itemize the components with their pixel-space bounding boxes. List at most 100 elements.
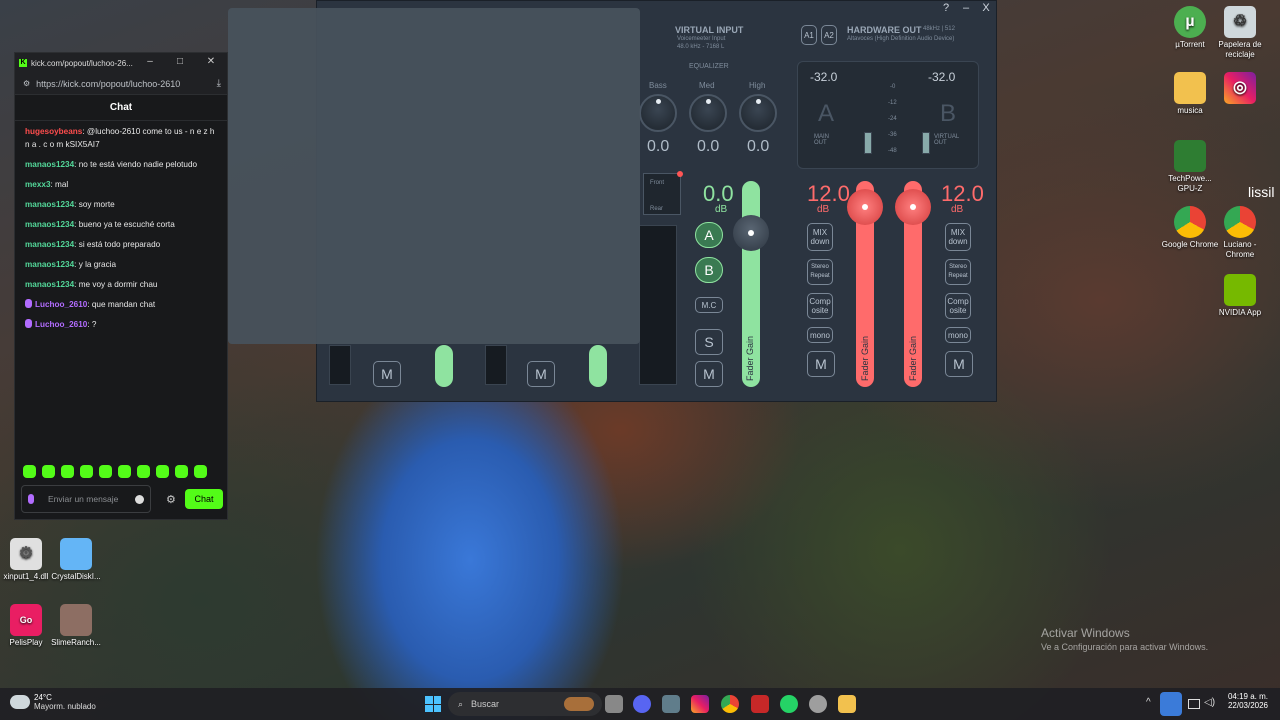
chat-username[interactable]: manaos1234	[25, 200, 74, 209]
close-button[interactable]: X	[977, 1, 995, 15]
site-settings-icon[interactable]: ⚙	[23, 79, 30, 88]
mc-button[interactable]: M.C	[695, 297, 723, 313]
virtual-fader-db-unit: dB	[715, 204, 728, 215]
mono-right[interactable]: mono	[945, 327, 971, 343]
virtual-fader-knob[interactable]	[733, 215, 769, 251]
eq-high-knob[interactable]	[739, 94, 777, 132]
mute-button[interactable]: M	[695, 361, 723, 387]
url-bar[interactable]: ⚙ https://kick.com/popout/luchoo-2610 ⤓	[15, 73, 227, 95]
chat-username[interactable]: Luchoo_2610	[35, 320, 87, 329]
task-view-icon[interactable]	[605, 695, 623, 713]
emote-icon[interactable]	[80, 465, 93, 478]
volume-icon[interactable]: ◁)	[1204, 697, 1215, 708]
search-icon: ⌕	[458, 698, 464, 709]
close-icon[interactable]: ✕	[204, 56, 218, 67]
taskbar: 24°C Mayorm. nublado ⌕ Buscar ^ ◁) 04:19…	[0, 688, 1280, 720]
desktop-icon-luciano-chrome[interactable]: Luciano - Chrome	[1210, 206, 1270, 260]
letter-b: B	[940, 100, 957, 127]
chat-message: manaos1234: me voy a dormir chau	[25, 278, 219, 291]
composite-right[interactable]: Comp osite	[945, 293, 971, 319]
mute-right[interactable]: M	[945, 351, 973, 377]
emote-icon[interactable]	[194, 465, 207, 478]
maximize-icon[interactable]: □	[173, 56, 187, 67]
panner[interactable]: Front Rear	[643, 171, 683, 215]
hw-fader-left-knob[interactable]	[847, 189, 883, 225]
instagram-taskbar-icon[interactable]	[691, 695, 709, 713]
eq-med-knob[interactable]	[689, 94, 727, 132]
mono-left[interactable]: mono	[807, 327, 833, 343]
strip1-fader-track[interactable]	[435, 345, 453, 387]
mute-left[interactable]: M	[807, 351, 835, 377]
emote-icon[interactable]	[118, 465, 131, 478]
chat-message: Luchoo_2610: que mandan chat	[25, 298, 219, 311]
desktop-icon-slimerancher[interactable]: SlimeRanch...	[46, 604, 106, 648]
chat-username[interactable]: Luchoo_2610	[35, 300, 87, 309]
clock[interactable]: 04:19 a. m. 22/03/2026	[1226, 692, 1268, 710]
chat-username[interactable]: manaos1234	[25, 260, 74, 269]
minimize-icon[interactable]: –	[143, 56, 157, 67]
emoji-icon[interactable]	[135, 495, 144, 504]
app-taskbar-icon[interactable]	[809, 695, 827, 713]
desktop-icon-gpuz[interactable]: TechPowe... GPU-Z	[1160, 140, 1220, 194]
network-icon[interactable]	[1188, 699, 1200, 709]
eq-bass-knob[interactable]	[639, 94, 677, 132]
help-button[interactable]: ?	[937, 1, 955, 15]
hw-fader-right-knob[interactable]	[895, 189, 931, 225]
emote-icon[interactable]	[156, 465, 169, 478]
chat-text: : mal	[50, 180, 69, 189]
mic-tray-icon[interactable]	[1160, 692, 1182, 716]
chat-settings-icon[interactable]: ⚙	[166, 493, 176, 506]
emote-icon[interactable]	[42, 465, 55, 478]
desktop-icon-crystaldisk[interactable]: CrystalDiskI...	[46, 538, 106, 582]
chat-username[interactable]: manaos1234	[25, 240, 74, 249]
taskbar-search[interactable]: ⌕ Buscar	[448, 692, 602, 716]
solo-button[interactable]: S	[695, 329, 723, 355]
desktop-icon-nvidia[interactable]: NVIDIA App	[1210, 274, 1270, 318]
install-icon[interactable]: ⤓	[217, 78, 221, 89]
chat-input[interactable]: Enviar un mensaje	[21, 485, 151, 513]
stereo-repeat-left[interactable]: Stereo Repeat	[807, 259, 833, 285]
file-explorer-icon[interactable]	[838, 695, 856, 713]
chat-username[interactable]: mexx3	[25, 180, 51, 189]
tray-chevron-icon[interactable]: ^	[1146, 697, 1151, 708]
chat-text: : y la gracia	[74, 260, 117, 269]
emote-icon[interactable]	[137, 465, 150, 478]
chrome-taskbar-icon[interactable]	[721, 695, 739, 713]
emote-icon[interactable]	[175, 465, 188, 478]
windows-logo-icon	[425, 696, 433, 704]
stereo-repeat-right[interactable]: Stereo Repeat	[945, 259, 971, 285]
weather-widget[interactable]: 24°C Mayorm. nublado	[10, 693, 96, 711]
bus-a1-button[interactable]: A1	[801, 25, 817, 45]
mix-down-right[interactable]: MIX down	[945, 223, 971, 251]
composite-left[interactable]: Comp osite	[807, 293, 833, 319]
fader-bus-a-button[interactable]: A	[695, 222, 723, 248]
minimize-button[interactable]: –	[957, 1, 975, 15]
chat-username[interactable]: manaos1234	[25, 220, 74, 229]
emote-icon[interactable]	[23, 465, 36, 478]
fader-bus-b-button[interactable]: B	[695, 257, 723, 283]
start-button[interactable]	[425, 696, 441, 712]
virtual-out-meter	[922, 132, 930, 154]
emote-icon[interactable]	[61, 465, 74, 478]
mix-down-left[interactable]: MIX down	[807, 223, 833, 251]
voicemeeter-taskbar-icon[interactable]	[751, 695, 769, 713]
discord-icon[interactable]	[633, 695, 651, 713]
strip1-mute[interactable]: M	[373, 361, 401, 387]
emote-icon[interactable]	[99, 465, 112, 478]
chat-input-placeholder: Enviar un mensaje	[48, 494, 119, 504]
instagram-shortcut[interactable]: ◎	[1210, 72, 1270, 106]
bus-a2-button[interactable]: A2	[821, 25, 837, 45]
chat-username[interactable]: manaos1234	[25, 280, 74, 289]
whatsapp-icon[interactable]	[780, 695, 798, 713]
eq-med-label: Med	[699, 81, 715, 90]
chat-send-button[interactable]: Chat	[185, 489, 223, 509]
strip2-mute[interactable]: M	[527, 361, 555, 387]
panner-front-label: Front	[650, 180, 665, 186]
chat-username[interactable]: manaos1234	[25, 160, 74, 169]
virtual-input-sub: Voicemeeter Input	[677, 36, 726, 42]
store-icon[interactable]	[662, 695, 680, 713]
chat-text: : no te está viendo nadie pelotudo	[74, 160, 198, 169]
chat-username[interactable]: hugesoybeans	[25, 127, 82, 136]
strip2-fader-track[interactable]	[589, 345, 607, 387]
desktop-icon-recycle-bin[interactable]: ♲ Papelera de reciclaje	[1210, 6, 1270, 60]
